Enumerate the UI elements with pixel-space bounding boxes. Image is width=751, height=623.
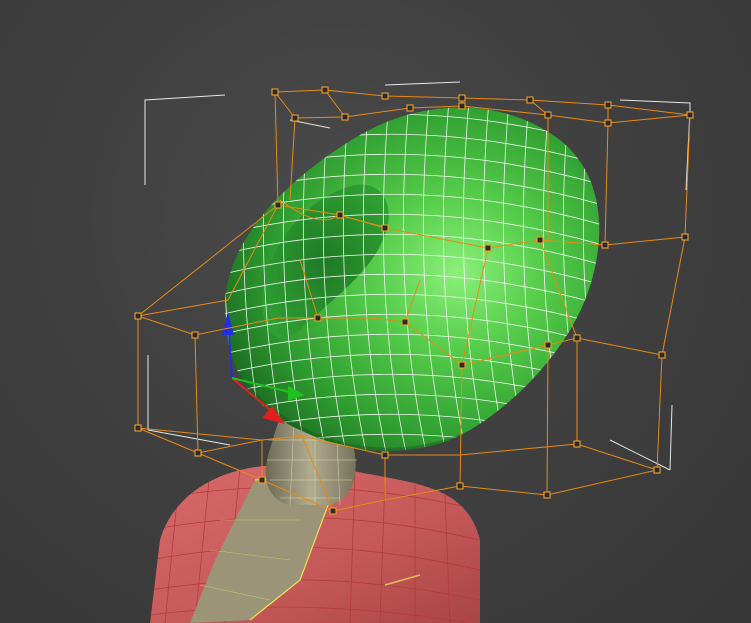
control-point[interactable] (544, 111, 552, 119)
control-point[interactable] (681, 233, 689, 241)
control-point[interactable] (321, 86, 329, 94)
control-point[interactable] (329, 507, 337, 515)
scene-canvas[interactable] (0, 0, 751, 623)
control-point[interactable] (406, 104, 414, 112)
control-point[interactable] (314, 314, 322, 322)
control-point[interactable] (544, 341, 552, 349)
control-point[interactable] (336, 211, 344, 219)
control-point[interactable] (573, 440, 581, 448)
control-point[interactable] (484, 244, 492, 252)
control-point[interactable] (381, 224, 389, 232)
control-point[interactable] (458, 361, 466, 369)
control-point[interactable] (191, 331, 199, 339)
control-point[interactable] (341, 113, 349, 121)
control-point[interactable] (526, 96, 534, 104)
control-point[interactable] (134, 312, 142, 320)
control-point[interactable] (291, 114, 299, 122)
control-point[interactable] (381, 92, 389, 100)
control-point[interactable] (573, 334, 581, 342)
control-point[interactable] (458, 102, 466, 110)
control-point[interactable] (456, 482, 464, 490)
control-point[interactable] (381, 451, 389, 459)
control-point[interactable] (653, 466, 661, 474)
control-point[interactable] (686, 111, 694, 119)
control-point[interactable] (134, 424, 142, 432)
control-point[interactable] (536, 236, 544, 244)
green-deformed-mesh[interactable] (200, 90, 650, 480)
control-point[interactable] (543, 491, 551, 499)
control-point[interactable] (194, 449, 202, 457)
control-point[interactable] (658, 351, 666, 359)
3d-viewport[interactable] (0, 0, 751, 623)
control-point[interactable] (604, 101, 612, 109)
control-point[interactable] (401, 318, 409, 326)
control-point[interactable] (458, 94, 466, 102)
control-point[interactable] (601, 241, 609, 249)
control-point[interactable] (258, 476, 266, 484)
control-point[interactable] (271, 88, 279, 96)
control-point[interactable] (604, 119, 612, 127)
control-point[interactable] (274, 201, 282, 209)
